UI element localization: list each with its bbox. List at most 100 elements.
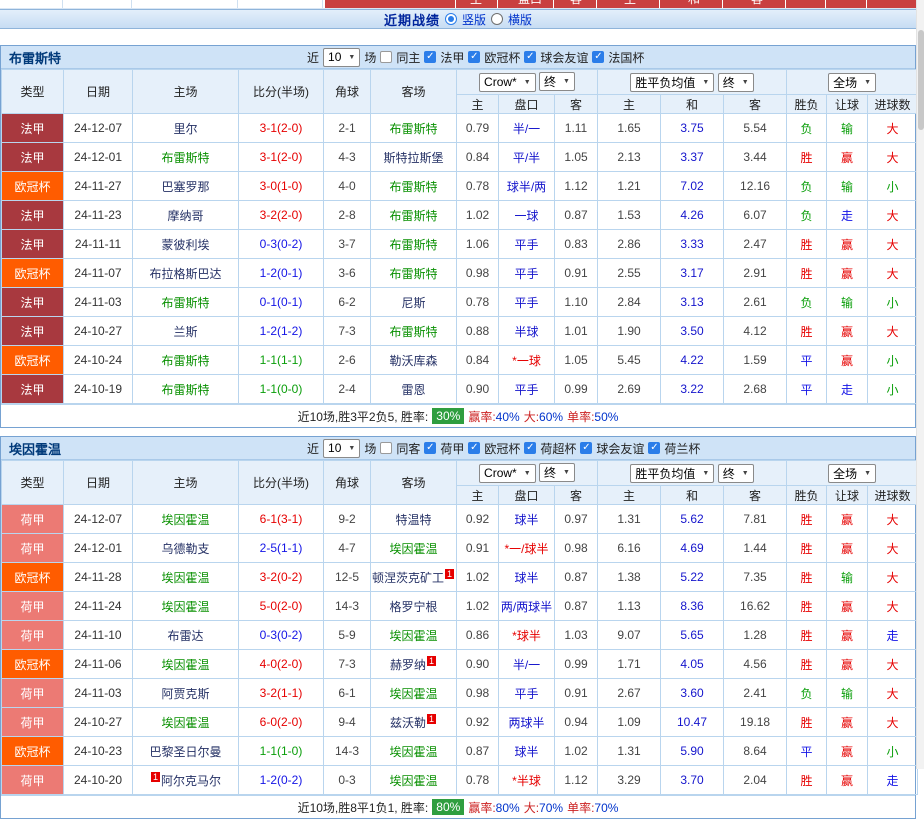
match-score[interactable]: 3-2(0-2)	[238, 562, 324, 592]
avg-select[interactable]: 胜平负均值 ▼	[630, 463, 715, 483]
league-filter-checkbox[interactable]: ✓	[424, 51, 437, 63]
away-team-link[interactable]: 布雷斯特	[389, 325, 437, 339]
result-winloss: 胜	[786, 562, 828, 592]
away-team-link[interactable]: 格罗宁根	[389, 600, 437, 614]
match-score[interactable]: 1-1(0-0)	[238, 374, 324, 404]
match-score[interactable]: 3-2(1-1)	[238, 678, 324, 708]
away-team-link[interactable]: 顿涅茨克矿工	[372, 571, 444, 585]
home-team-link[interactable]: 阿贾克斯	[161, 687, 209, 701]
horizontal-layout-label[interactable]: 横版	[508, 11, 532, 28]
avg-final-select[interactable]: 终 ▼	[717, 72, 754, 92]
league-filter-checkbox[interactable]: ✓	[524, 442, 537, 454]
league-type-badge: 法甲	[1, 200, 64, 230]
match-score[interactable]: 3-2(2-0)	[238, 200, 324, 230]
scope-select[interactable]: 全场 ▼	[828, 463, 877, 483]
match-score[interactable]: 4-0(2-0)	[238, 649, 324, 679]
match-score[interactable]: 0-3(0-2)	[238, 620, 324, 650]
away-team-link[interactable]: 埃因霍温	[389, 774, 437, 788]
result-goals: 大	[867, 591, 919, 621]
match-row: 欧冠杯 24-11-27 巴塞罗那 3-0(1-0) 4-0 布雷斯特 0.78 球半/两 1.…	[1, 171, 919, 201]
league-filter-checkbox[interactable]: ✓	[580, 442, 593, 454]
home-team-link[interactable]: 布雷斯特	[161, 383, 209, 397]
home-team-link[interactable]: 布雷斯特	[161, 151, 209, 165]
away-team-link[interactable]: 兹沃勒	[390, 716, 426, 730]
home-team-link[interactable]: 布雷斯特	[161, 296, 209, 310]
away-team-link[interactable]: 埃因霍温	[389, 629, 437, 643]
match-count-select[interactable]: 10 ▼	[323, 438, 361, 458]
vertical-layout-label[interactable]: 竖版	[462, 11, 486, 28]
scope-select[interactable]: 全场 ▼	[828, 72, 877, 92]
match-score[interactable]: 1-2(1-2)	[238, 316, 324, 346]
away-team-link[interactable]: 赫罗纳	[390, 658, 426, 672]
match-score[interactable]: 1-1(1-0)	[238, 736, 324, 766]
league-filter-checkbox[interactable]: ✓	[468, 442, 481, 454]
home-team-link[interactable]: 摩纳哥	[167, 209, 203, 223]
away-team-link[interactable]: 埃因霍温	[389, 745, 437, 759]
match-score[interactable]: 0-3(0-2)	[238, 229, 324, 259]
away-team-link[interactable]: 布雷斯特	[389, 238, 437, 252]
away-team-link[interactable]: 布雷斯特	[389, 267, 437, 281]
home-team-link[interactable]: 埃因霍温	[161, 571, 209, 585]
same-venue-checkbox[interactable]	[380, 51, 393, 63]
match-score[interactable]: 1-2(0-1)	[238, 258, 324, 288]
home-team-link[interactable]: 蒙彼利埃	[161, 238, 209, 252]
match-score[interactable]: 3-0(1-0)	[238, 171, 324, 201]
vertical-scrollbar[interactable]	[916, 0, 924, 769]
home-team-link[interactable]: 乌德勒支	[161, 542, 209, 556]
away-team-link[interactable]: 布雷斯特	[389, 122, 437, 136]
away-team-link[interactable]: 勒沃库森	[389, 354, 437, 368]
horizontal-layout-radio[interactable]	[491, 13, 503, 25]
odds-company-select[interactable]: Crow* ▼	[479, 72, 536, 92]
home-team-link[interactable]: 里尔	[173, 122, 197, 136]
same-venue-checkbox[interactable]	[380, 442, 393, 454]
avg-draw-odds: 5.22	[660, 562, 725, 592]
home-team-link[interactable]: 兰斯	[173, 325, 197, 339]
match-score[interactable]: 5-0(2-0)	[238, 591, 324, 621]
home-team-link[interactable]: 埃因霍温	[161, 600, 209, 614]
away-team-link[interactable]: 布雷斯特	[389, 209, 437, 223]
league-filter-checkbox[interactable]: ✓	[592, 51, 605, 63]
away-team-link[interactable]: 雷恩	[401, 383, 425, 397]
home-team-link[interactable]: 埃因霍温	[161, 716, 209, 730]
home-team-link[interactable]: 埃因霍温	[161, 658, 209, 672]
odds-final-select[interactable]: 终 ▼	[539, 463, 575, 483]
odds-company-select[interactable]: Crow* ▼	[479, 463, 536, 483]
avg-final-select[interactable]: 终 ▼	[717, 463, 754, 483]
home-team-link[interactable]: 巴塞罗那	[161, 180, 209, 194]
summary-label: 单率:	[567, 409, 595, 424]
league-filter-checkbox[interactable]: ✓	[424, 442, 437, 454]
avg-select[interactable]: 胜平负均值 ▼	[630, 72, 715, 92]
sub-goals: 进球数	[867, 94, 919, 114]
home-team-link[interactable]: 布雷斯特	[161, 354, 209, 368]
away-team-link[interactable]: 斯特拉斯堡	[383, 151, 443, 165]
match-score[interactable]: 2-5(1-1)	[238, 533, 324, 563]
result-handicap: 赢	[826, 504, 869, 534]
match-score[interactable]: 3-1(2-0)	[238, 113, 324, 143]
match-count-select[interactable]: 10 ▼	[323, 47, 361, 67]
select-value: 10	[328, 50, 342, 64]
league-filter-checkbox[interactable]: ✓	[468, 51, 481, 63]
home-team-link[interactable]: 布拉格斯巴达	[149, 267, 221, 281]
match-score[interactable]: 0-1(0-1)	[238, 287, 324, 317]
home-team-link[interactable]: 埃因霍温	[161, 513, 209, 527]
home-team-cell: 兰斯	[132, 316, 239, 346]
vertical-layout-radio[interactable]	[444, 13, 457, 25]
match-score[interactable]: 1-2(0-2)	[238, 765, 324, 795]
match-score[interactable]: 6-0(2-0)	[238, 707, 324, 737]
league-filter-checkbox[interactable]: ✓	[524, 51, 537, 63]
away-team-link[interactable]: 埃因霍温	[389, 687, 437, 701]
home-team-link[interactable]: 布雷达	[167, 629, 203, 643]
match-score[interactable]: 3-1(2-0)	[238, 142, 324, 172]
scrollbar-thumb[interactable]	[918, 30, 924, 130]
sub-handicap-result: 让球	[826, 94, 869, 114]
league-filter-checkbox[interactable]: ✓	[648, 442, 661, 454]
match-score[interactable]: 1-1(1-1)	[238, 345, 324, 375]
away-team-link[interactable]: 特温特	[395, 513, 431, 527]
match-score[interactable]: 6-1(3-1)	[238, 504, 324, 534]
home-team-link[interactable]: 阿尔克马尔	[161, 774, 221, 788]
odds-final-select[interactable]: 终 ▼	[539, 72, 575, 92]
home-team-link[interactable]: 巴黎圣日尔曼	[149, 745, 221, 759]
away-team-link[interactable]: 布雷斯特	[389, 180, 437, 194]
away-team-link[interactable]: 尼斯	[401, 296, 425, 310]
away-team-link[interactable]: 埃因霍温	[389, 542, 437, 556]
